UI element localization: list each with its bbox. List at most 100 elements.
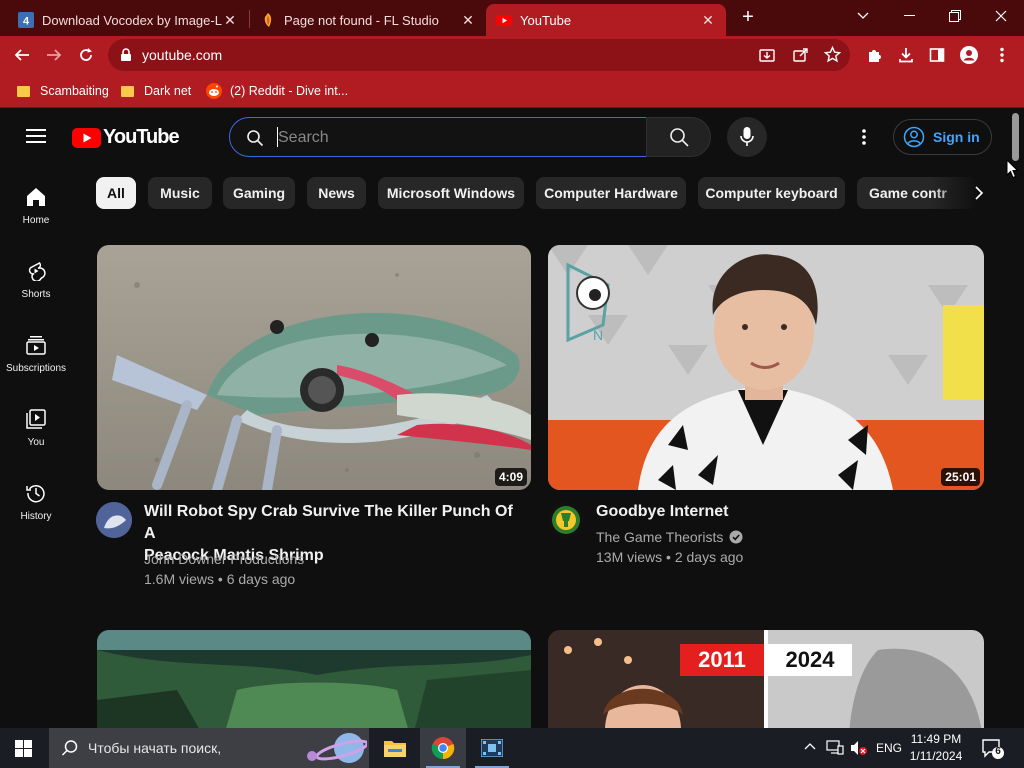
network-icon[interactable]: [826, 740, 844, 756]
chip-gaming[interactable]: Gaming: [223, 177, 295, 209]
start-windows-icon[interactable]: [15, 740, 32, 757]
channel-name[interactable]: John Downer Productions: [144, 549, 304, 569]
upload-age: 2 days ago: [674, 549, 744, 565]
extensions-icon[interactable]: [860, 41, 888, 69]
chrome-menu-icon[interactable]: [988, 41, 1016, 69]
taskbar-clock[interactable]: 11:49 PM 1/11/2024: [906, 731, 966, 765]
lock-icon[interactable]: [120, 48, 132, 62]
youtube-logo[interactable]: YouTube: [72, 126, 180, 149]
taskbar-chrome[interactable]: [420, 728, 466, 768]
crab-thumbnail-image: [97, 245, 531, 490]
folder-icon: [121, 85, 134, 97]
subscriptions-icon: [26, 336, 46, 355]
taskbar-search-box[interactable]: Чтобы начать поиск,: [49, 728, 369, 768]
channel-avatar[interactable]: [548, 502, 584, 538]
share-icon[interactable]: [793, 47, 809, 63]
tab-fl-studio[interactable]: Page not found - FL Studio ✕: [250, 4, 486, 36]
notifications-icon[interactable]: 6: [982, 738, 1004, 760]
guide-label: History: [20, 511, 52, 522]
comparison-thumbnail-image: [548, 630, 984, 728]
guide-label: You: [27, 437, 45, 448]
video-thumbnail[interactable]: [97, 630, 531, 728]
text-caret: [277, 127, 278, 147]
svg-text:N: N: [593, 327, 603, 343]
video-duration: 4:09: [494, 468, 527, 486]
tab-title: Download Vocodex by Image-Li: [42, 12, 222, 28]
chip-computer-keyboard[interactable]: Computer keyboard: [698, 177, 845, 209]
youtube-masthead: YouTube Sign in: [0, 109, 1024, 165]
chip-scroll-fade: [930, 177, 1010, 209]
home-icon: [27, 188, 45, 206]
install-app-icon[interactable]: [759, 47, 775, 63]
video-title-line: Will Robot Spy Crab Survive The Killer P…: [144, 503, 513, 542]
taskbar-file-explorer[interactable]: [372, 728, 418, 768]
mouse-cursor-icon: [1006, 159, 1018, 179]
forward-arrow-icon: [47, 49, 62, 61]
youtube-icon: [496, 12, 512, 28]
shorts-icon: [28, 262, 46, 281]
page-scrollbar-thumb[interactable]: [1012, 113, 1019, 161]
side-panel-icon[interactable]: [923, 41, 951, 69]
search-highlight-planet-icon: [297, 730, 367, 766]
back-button[interactable]: [8, 41, 36, 69]
settings-more-icon[interactable]: [862, 129, 866, 145]
account-icon: [903, 126, 925, 148]
guide-item-subscriptions[interactable]: Subscriptions: [0, 335, 72, 409]
chip-news[interactable]: News: [307, 177, 366, 209]
chip-all[interactable]: All: [96, 177, 136, 209]
year-label-before: 2011: [680, 644, 764, 676]
input-language-indicator[interactable]: ENG: [876, 741, 902, 755]
tab-youtube[interactable]: YouTube ✕: [486, 4, 726, 36]
new-tab-button[interactable]: +: [737, 6, 759, 28]
search-box[interactable]: [229, 117, 647, 157]
fl-studio-icon: [260, 12, 276, 28]
taskbar-video-editor[interactable]: [469, 728, 515, 768]
guide-item-home[interactable]: Home: [0, 187, 72, 261]
reload-button[interactable]: [72, 41, 100, 69]
profile-avatar-icon[interactable]: [955, 41, 983, 69]
downloads-icon[interactable]: [892, 41, 920, 69]
video-title[interactable]: Goodbye Internet: [596, 501, 976, 523]
volume-muted-icon[interactable]: [850, 740, 868, 756]
chip-microsoft-windows[interactable]: Microsoft Windows: [378, 177, 524, 209]
search-input[interactable]: [278, 127, 618, 149]
video-thumbnail[interactable]: 2011 2024: [548, 630, 984, 728]
guide-item-history[interactable]: History: [0, 483, 72, 557]
address-bar[interactable]: youtube.com: [108, 39, 850, 71]
chip-computer-hardware[interactable]: Computer Hardware: [536, 177, 686, 209]
video-thumbnail[interactable]: N 25:01: [548, 245, 984, 490]
tab-vocodex[interactable]: 4 Download Vocodex by Image-Li ✕: [8, 4, 248, 36]
hamburger-menu-icon[interactable]: [26, 128, 46, 144]
video-duration: 25:01: [941, 468, 980, 486]
chip-music[interactable]: Music: [148, 177, 212, 209]
bookmarks-bar: Scambaiting Dark net (2) Reddit - Dive i…: [0, 74, 1024, 108]
video-thumbnail[interactable]: 4:09: [97, 245, 531, 490]
upload-age: 6 days ago: [226, 571, 296, 587]
restore-button[interactable]: [932, 0, 978, 32]
view-count: 13M views: [596, 549, 663, 565]
bookmark-star-icon[interactable]: [824, 46, 841, 63]
close-tab-icon[interactable]: ✕: [222, 12, 238, 29]
guide-item-you[interactable]: You: [0, 409, 72, 483]
guide-label: Subscriptions: [5, 363, 67, 374]
channel-name[interactable]: The Game Theorists: [596, 527, 743, 547]
search-button[interactable]: [646, 117, 711, 157]
forward-button[interactable]: [40, 41, 68, 69]
sign-in-button[interactable]: Sign in: [893, 119, 992, 155]
tab-search-chevron-icon[interactable]: [840, 0, 886, 32]
search-icon: [246, 129, 264, 147]
show-hidden-icons-chevron-icon[interactable]: [804, 742, 816, 750]
close-window-button[interactable]: [978, 0, 1024, 32]
channel-avatar[interactable]: [96, 502, 132, 538]
taskbar-search-placeholder: Чтобы начать поиск,: [88, 740, 222, 756]
bookmark-scambaiting[interactable]: Scambaiting: [17, 82, 109, 100]
bookmark-reddit[interactable]: (2) Reddit - Dive int...: [206, 82, 348, 100]
guide-item-shorts[interactable]: Shorts: [0, 261, 72, 335]
verified-badge-icon: [729, 530, 743, 544]
close-tab-icon[interactable]: ✕: [700, 12, 716, 29]
minimize-button[interactable]: [886, 0, 932, 32]
bookmark-dark-net[interactable]: Dark net: [121, 82, 191, 100]
close-tab-icon[interactable]: ✕: [460, 12, 476, 29]
chevron-right-icon[interactable]: [973, 186, 985, 200]
voice-search-button[interactable]: [727, 117, 767, 157]
